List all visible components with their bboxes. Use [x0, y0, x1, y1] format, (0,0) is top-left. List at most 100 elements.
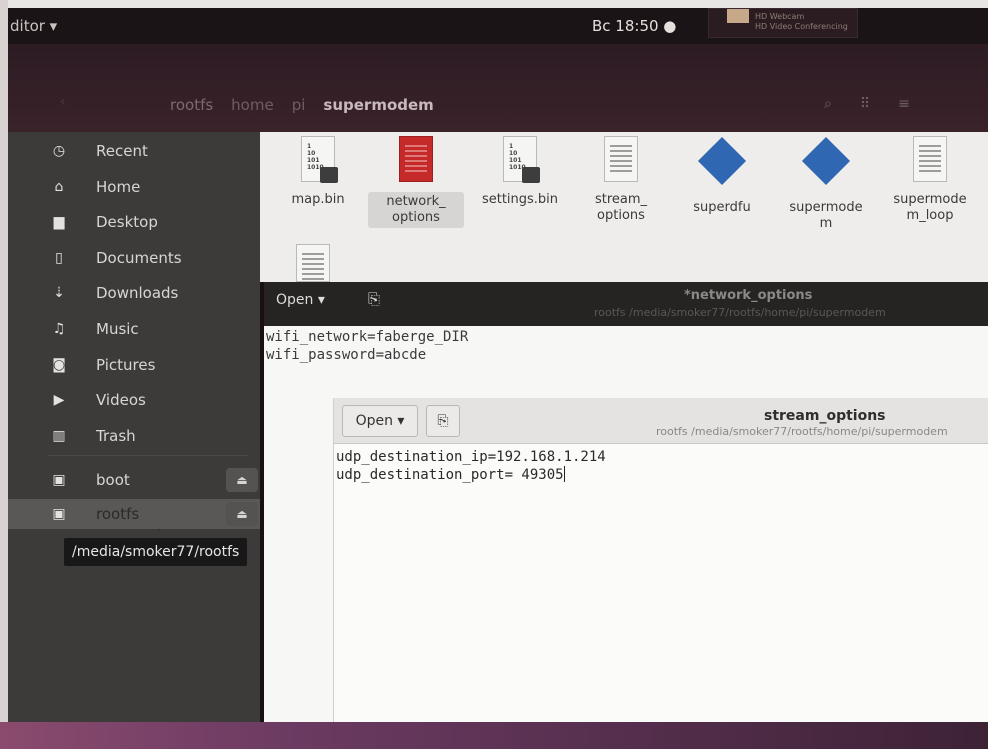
sidebar-item-label: rootfs — [96, 505, 140, 523]
binary-file-icon: 1 10 101 1010 — [301, 136, 338, 183]
text-line: udp_destination_port= 49305 — [336, 466, 606, 484]
clock[interactable]: Bc 18:50 ● — [592, 17, 676, 35]
file-manager-headerbar: ‹ rootfs home pi supermodem ⌕ ⠿ ≡ — [8, 44, 988, 132]
sidebar-item-desktop[interactable]: ▆ Desktop — [8, 207, 260, 237]
sidebar-item-label: Music — [96, 320, 139, 338]
breadcrumb-pi[interactable]: pi — [292, 96, 306, 114]
file-item[interactable]: superdfu — [674, 136, 770, 216]
text-file-icon — [399, 136, 433, 182]
breadcrumb-rootfs[interactable]: rootfs — [170, 96, 213, 114]
text-line: wifi_network=faberge_DIR — [266, 329, 469, 345]
back-arrow-icon[interactable]: ‹ — [60, 94, 66, 110]
text-file-icon — [604, 136, 638, 182]
window-title: *network_options — [684, 288, 813, 303]
text-area[interactable]: udp_destination_ip=192.168.1.214 udp_des… — [336, 448, 606, 484]
file-name: stream_ options — [594, 192, 648, 223]
camera-icon: ◙ — [52, 356, 66, 373]
sidebar-item-label: Recent — [96, 142, 148, 160]
desktop-background — [0, 722, 988, 749]
sidebar-item-videos[interactable]: ▶ Videos — [8, 385, 260, 415]
music-icon: ♫ — [52, 321, 66, 337]
new-document-icon[interactable]: ⎘ — [426, 405, 460, 437]
text-line-content: udp_destination_port= 49305 — [336, 467, 564, 483]
sidebar-item-pictures[interactable]: ◙ Pictures — [8, 350, 260, 380]
executable-file-icon — [697, 136, 747, 186]
sidebar-item-label: Desktop — [96, 213, 158, 232]
window-subtitle: rootfs /media/smoker77/rootfs/home/pi/su… — [656, 425, 948, 438]
text-caret — [563, 466, 565, 482]
file-item[interactable]: 1 10 101 1010 settings.bin — [472, 136, 568, 208]
text-file-icon — [913, 136, 947, 182]
editor-headerbar: Open ▾ ⎘ stream_options rootfs /media/sm… — [334, 398, 988, 444]
sidebar-item-label: Downloads — [96, 284, 179, 303]
app-menu[interactable]: ditor ▾ — [10, 17, 57, 35]
sidebar-item-documents[interactable]: ▯ Documents — [8, 243, 260, 273]
sidebar-item-label: Trash — [96, 426, 136, 445]
clock-icon: ◷ — [52, 143, 66, 159]
file-item[interactable]: supermode m — [778, 136, 874, 232]
sidebar-separator — [48, 455, 248, 456]
folder-icon: ▆ — [53, 214, 65, 231]
drive-icon: ▣ — [52, 472, 66, 488]
file-name: map.bin — [291, 192, 345, 207]
sidebar-item-home[interactable]: ⌂ Home — [8, 172, 260, 202]
sidebar-item-label: Home — [96, 177, 141, 196]
new-document-icon[interactable]: ⎘ — [368, 290, 380, 308]
webcam-label: HD Webcam HD Video Conferencing — [755, 12, 848, 31]
eject-icon[interactable]: ⏏ — [226, 468, 258, 492]
editor-stream-options: Open ▾ ⎘ stream_options rootfs /media/sm… — [333, 398, 988, 722]
sidebar-item-downloads[interactable]: ⇣ Downloads — [8, 278, 260, 308]
text-file-icon[interactable] — [296, 244, 330, 283]
sidebar-item-label: Documents — [96, 248, 182, 267]
lock-icon — [522, 167, 540, 183]
breadcrumb: rootfs home pi supermodem — [170, 96, 434, 114]
sidebar-item-label: boot — [96, 471, 130, 489]
window-title: stream_options — [764, 408, 886, 424]
trash-icon: ▥ — [52, 427, 66, 444]
file-item[interactable]: supermode m_loop — [882, 136, 978, 224]
sidebar-item-recent[interactable]: ◷ Recent — [8, 136, 260, 166]
binary-file-icon: 1 10 101 1010 — [503, 136, 540, 183]
window-subtitle: rootfs /media/smoker77/rootfs/home/pi/su… — [594, 306, 886, 319]
file-item[interactable]: network_ options — [368, 136, 464, 228]
video-icon: ▶ — [53, 392, 65, 409]
sidebar-item-music[interactable]: ♫ Music — [8, 314, 260, 344]
download-icon: ⇣ — [53, 285, 65, 302]
file-name: network_ options — [368, 192, 464, 228]
top-panel: ditor ▾ Bc 18:50 ● HD Webcam HD Video Co… — [8, 8, 988, 44]
sidebar-item-label: Pictures — [96, 355, 156, 374]
file-icon-view: 1 10 101 1010 map.bin network_ options 1 10… — [260, 132, 988, 283]
file-item[interactable]: stream_ options — [573, 136, 669, 224]
open-button[interactable]: Open ▾ — [342, 405, 418, 437]
text-area[interactable]: wifi_network=faberge_DIR wifi_password=a… — [266, 328, 468, 364]
drive-icon: ▣ — [52, 506, 66, 522]
menu-icon[interactable]: ≡ — [898, 96, 910, 112]
webcam-logo-icon — [727, 9, 749, 23]
search-icon[interactable]: ⌕ — [824, 96, 832, 112]
places-sidebar: /media/smoker77/rootfs ➤ ◷Recent⌂Home▆De… — [8, 132, 260, 722]
tooltip: /media/smoker77/rootfs — [64, 538, 248, 566]
photo-frame-top — [0, 0, 988, 8]
open-button[interactable]: Open ▾ — [276, 292, 325, 308]
sidebar-item-trash[interactable]: ▥ Trash — [8, 421, 260, 451]
home-icon: ⌂ — [54, 178, 64, 195]
file-name: superdfu — [693, 200, 751, 215]
sidebar-item-label: Videos — [96, 391, 146, 410]
lock-icon — [320, 167, 338, 183]
file-name: supermode m — [789, 200, 863, 231]
text-line: wifi_password=abcde — [266, 347, 427, 363]
text-line: udp_destination_ip=192.168.1.214 — [336, 449, 606, 465]
sidebar-device-boot[interactable]: ▣ boot ⏏ — [8, 465, 260, 495]
breadcrumb-home[interactable]: home — [231, 96, 274, 114]
sidebar-device-rootfs[interactable]: ▣ rootfs ⏏ — [8, 499, 260, 529]
editor-headerbar: Open ▾ ⎘ *network_options rootfs /media/… — [264, 282, 988, 326]
webcam-sticker: HD Webcam HD Video Conferencing — [708, 8, 858, 38]
executable-file-icon — [801, 136, 851, 186]
file-name: supermode m_loop — [893, 192, 967, 223]
eject-icon[interactable]: ⏏ — [226, 502, 258, 526]
view-toggle-icon[interactable]: ⠿ — [860, 96, 870, 112]
file-name: settings.bin — [481, 192, 559, 207]
file-item[interactable]: 1 10 101 1010 map.bin — [270, 136, 366, 208]
breadcrumb-supermodem[interactable]: supermodem — [323, 96, 433, 114]
document-icon: ▯ — [55, 249, 63, 266]
